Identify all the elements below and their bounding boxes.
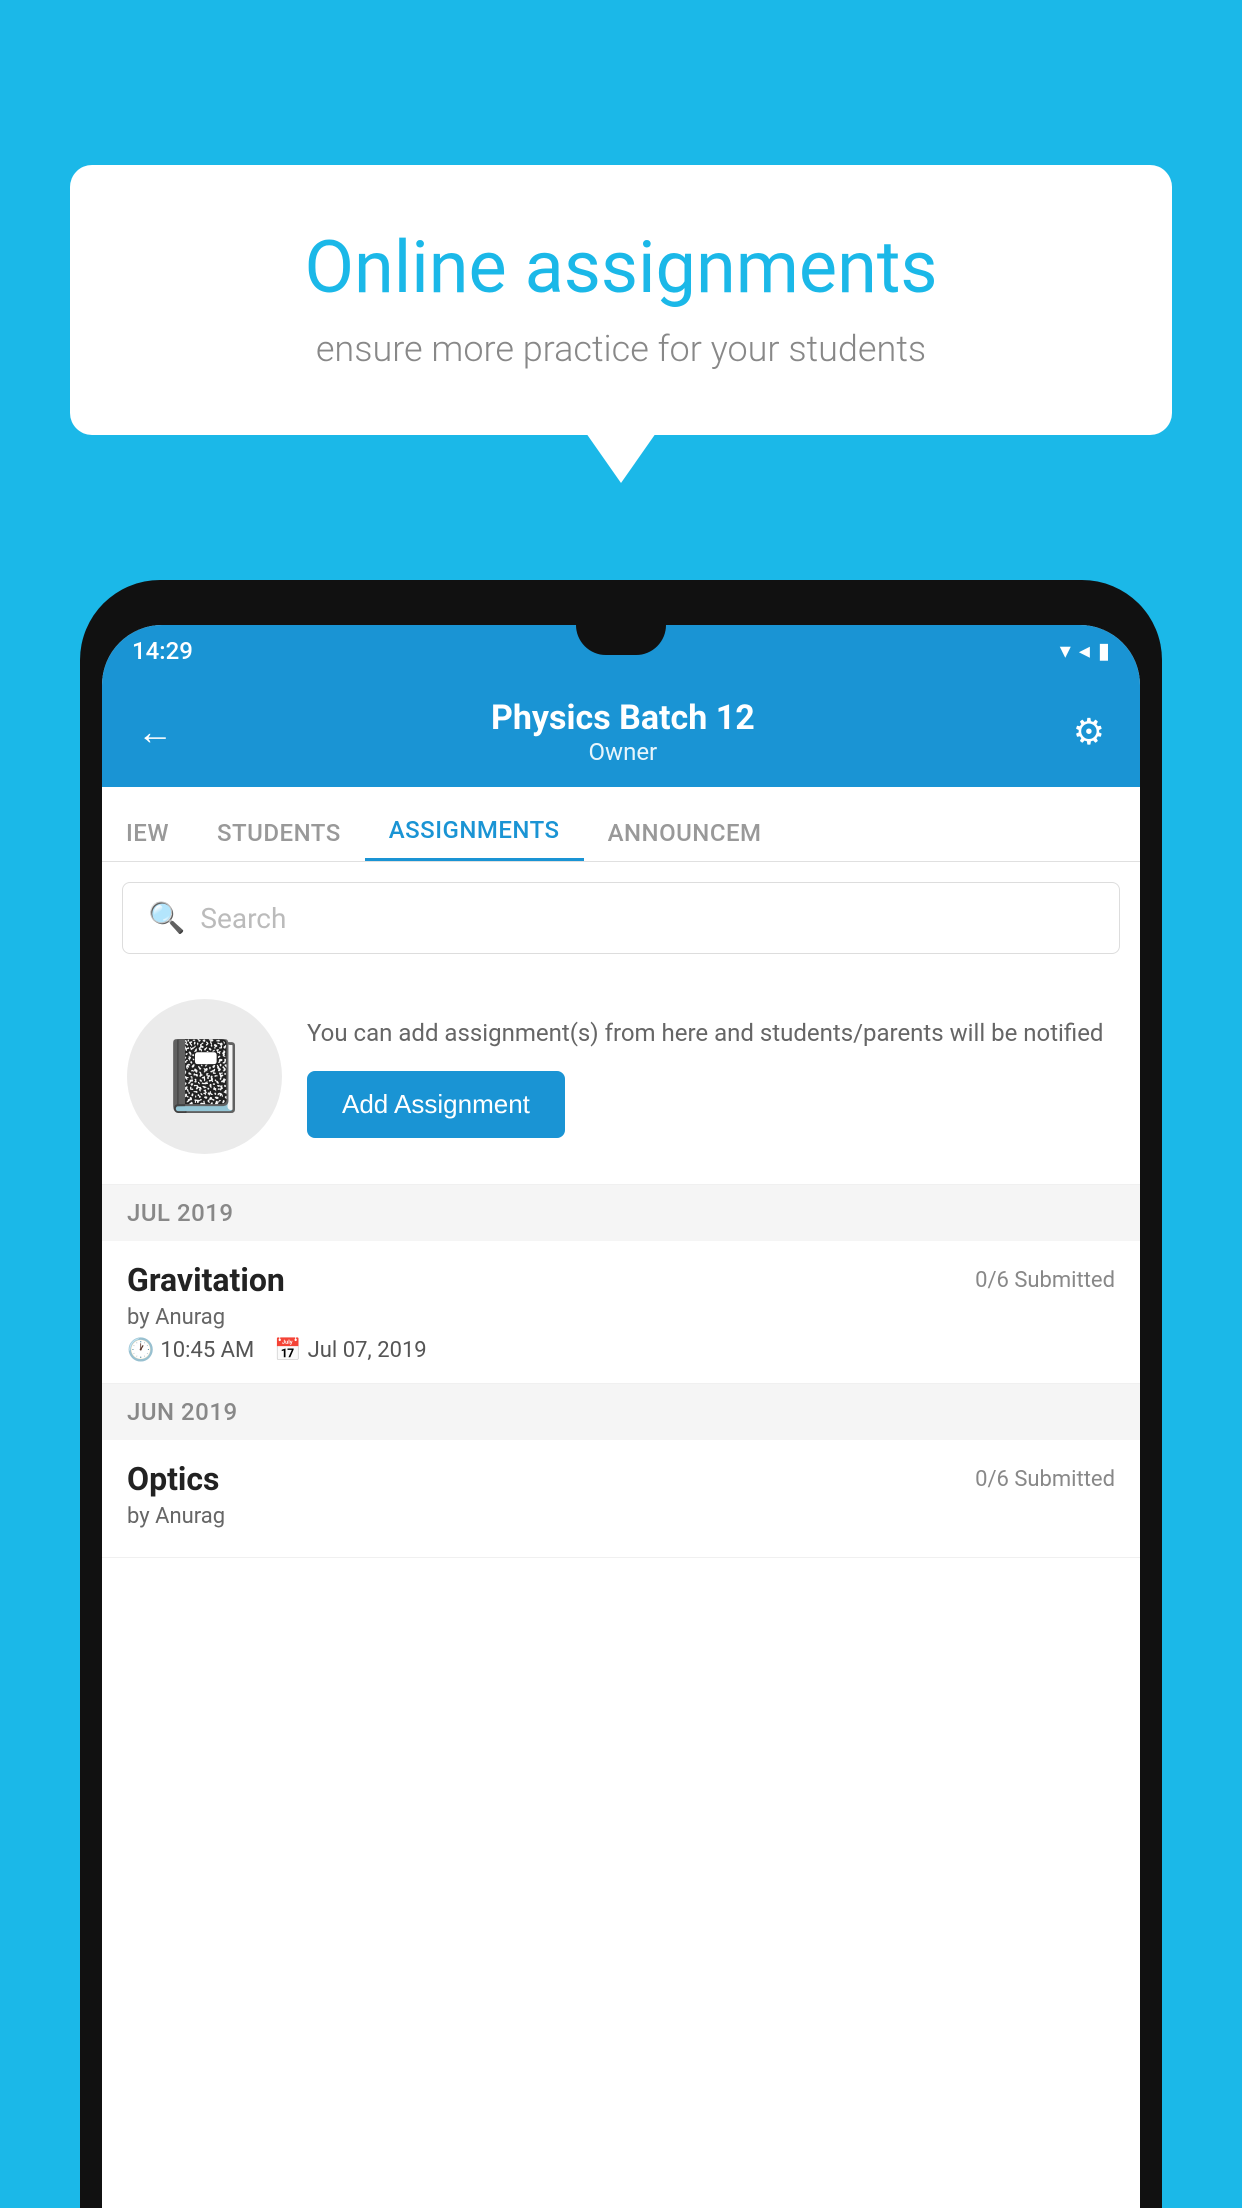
settings-icon[interactable]: ⚙: [1073, 711, 1105, 753]
assignment-time-gravitation: 10:45 AM: [160, 1338, 254, 1363]
app-bar-title: Physics Batch 12: [491, 698, 755, 738]
search-icon: 🔍: [148, 901, 185, 936]
assignment-row1: Gravitation 0/6 Submitted: [127, 1261, 1115, 1299]
wifi-icon: ▾: [1060, 639, 1071, 664]
notebook-icon: 📓: [161, 1036, 248, 1118]
assignment-item-optics[interactable]: Optics 0/6 Submitted by Anurag: [102, 1440, 1140, 1558]
promo-description: You can add assignment(s) from here and …: [307, 1015, 1115, 1051]
meta-date-gravitation: 📅 Jul 07, 2019: [274, 1338, 426, 1363]
search-placeholder-text: Search: [200, 902, 286, 935]
phone-screen: 14:29 ▾ ◂ ▮ ← Physics Batch 12 Owner ⚙ I…: [102, 625, 1140, 2208]
section-header-jul: JUL 2019: [102, 1185, 1140, 1241]
tab-announcements[interactable]: ANNOUNCEM: [584, 786, 786, 861]
assignment-item-gravitation[interactable]: Gravitation 0/6 Submitted by Anurag 🕐 10…: [102, 1241, 1140, 1384]
content-area: 🔍 Search 📓 You can add assignment(s) fro…: [102, 862, 1140, 1558]
assignment-by-optics: by Anurag: [127, 1504, 1115, 1529]
assignment-name-gravitation: Gravitation: [127, 1261, 285, 1299]
promo-icon-circle: 📓: [127, 999, 282, 1154]
speech-bubble: Online assignments ensure more practice …: [70, 165, 1172, 435]
assignment-name-optics: Optics: [127, 1460, 219, 1498]
section-header-jun: JUN 2019: [102, 1384, 1140, 1440]
battery-icon: ▮: [1098, 639, 1110, 664]
bubble-title: Online assignments: [140, 225, 1102, 310]
status-time: 14:29: [132, 637, 193, 665]
assignment-row1-optics: Optics 0/6 Submitted: [127, 1460, 1115, 1498]
tabs-container: IEW STUDENTS ASSIGNMENTS ANNOUNCEM: [102, 787, 1140, 862]
tab-assignments[interactable]: ASSIGNMENTS: [365, 786, 584, 861]
tab-students[interactable]: STUDENTS: [193, 786, 365, 861]
clock-icon: 🕐: [127, 1338, 154, 1363]
assignment-date-gravitation: Jul 07, 2019: [308, 1338, 427, 1363]
assignment-submitted-gravitation: 0/6 Submitted: [975, 1268, 1115, 1293]
calendar-icon: 📅: [274, 1338, 301, 1363]
signal-icon: ◂: [1079, 639, 1090, 664]
add-assignment-promo: 📓 You can add assignment(s) from here an…: [102, 969, 1140, 1185]
assignment-submitted-optics: 0/6 Submitted: [975, 1467, 1115, 1492]
app-bar-center: Physics Batch 12 Owner: [491, 698, 755, 766]
status-icons: ▾ ◂ ▮: [1060, 639, 1110, 664]
search-bar[interactable]: 🔍 Search: [122, 882, 1120, 954]
app-bar-subtitle: Owner: [491, 738, 755, 766]
app-bar: ← Physics Batch 12 Owner ⚙: [102, 677, 1140, 787]
meta-time-gravitation: 🕐 10:45 AM: [127, 1338, 254, 1363]
assignment-meta-gravitation: 🕐 10:45 AM 📅 Jul 07, 2019: [127, 1338, 1115, 1363]
promo-text: You can add assignment(s) from here and …: [307, 1015, 1115, 1138]
add-assignment-button[interactable]: Add Assignment: [307, 1071, 565, 1138]
back-button[interactable]: ←: [137, 711, 173, 753]
assignment-by-gravitation: by Anurag: [127, 1305, 1115, 1330]
bubble-subtitle: ensure more practice for your students: [140, 328, 1102, 370]
tab-iew[interactable]: IEW: [102, 786, 193, 861]
speech-bubble-container: Online assignments ensure more practice …: [70, 165, 1172, 435]
phone-frame: 14:29 ▾ ◂ ▮ ← Physics Batch 12 Owner ⚙ I…: [80, 580, 1162, 2208]
